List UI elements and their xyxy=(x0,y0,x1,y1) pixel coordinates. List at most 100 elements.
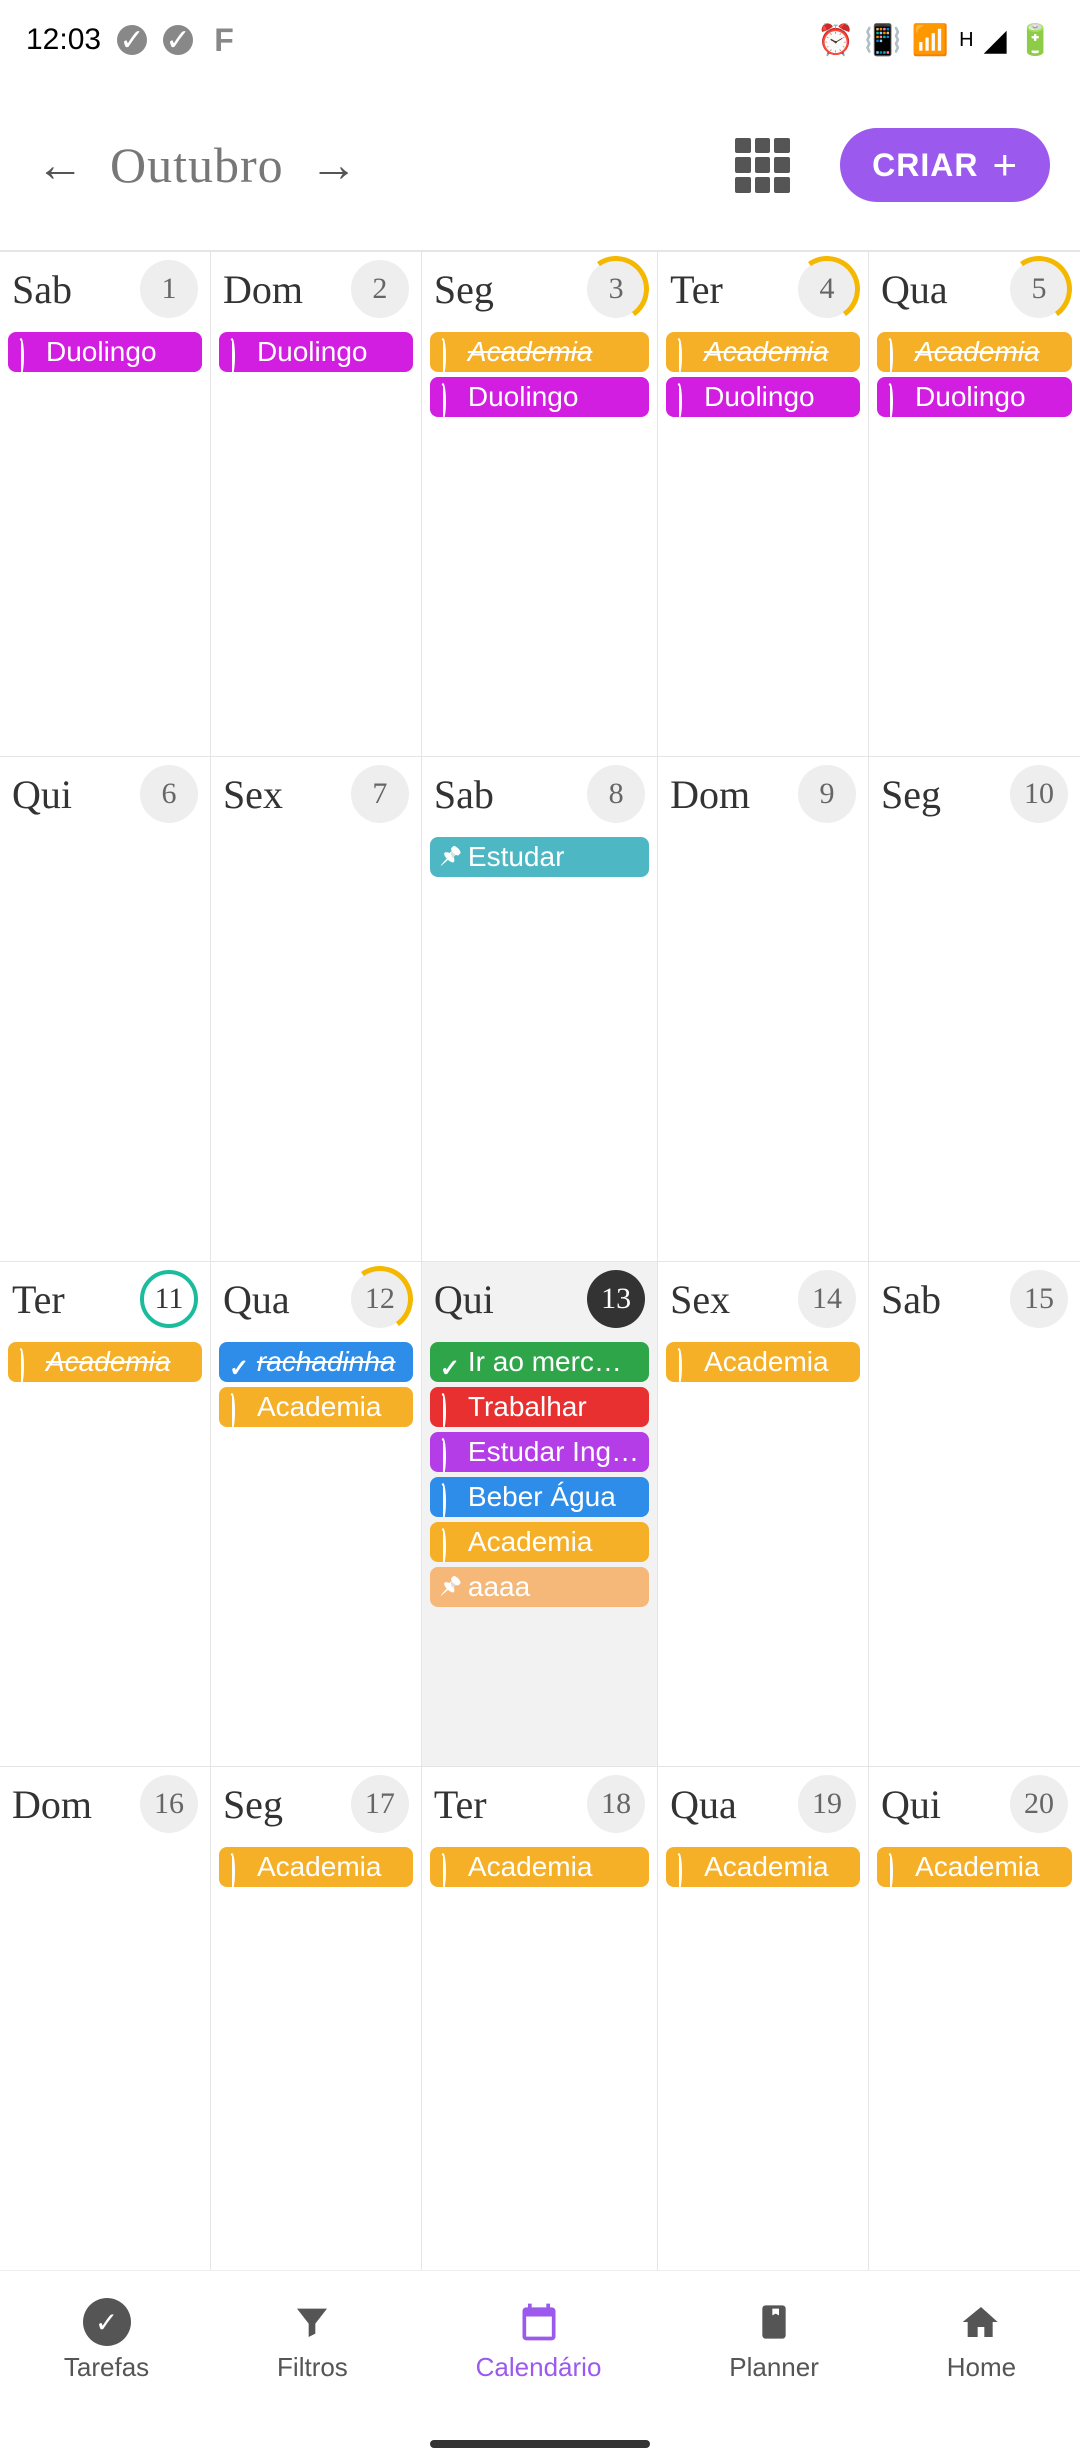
day-cell[interactable]: Qui13Ir ao merc…TrabalharEstudar Ing…Beb… xyxy=(422,1262,658,1767)
gesture-handle[interactable] xyxy=(430,2440,650,2448)
nav-calendario[interactable]: 31 Calendário xyxy=(476,2298,602,2383)
day-header: Dom2 xyxy=(219,260,413,318)
event-list: 📌Estudar xyxy=(430,837,649,877)
nav-calendario-label: Calendário xyxy=(476,2352,602,2383)
refresh-icon xyxy=(440,1486,462,1508)
day-number[interactable]: 9 xyxy=(798,765,856,823)
day-cell[interactable]: Seg3AcademiaDuolingo xyxy=(422,252,658,757)
day-number[interactable]: 7 xyxy=(351,765,409,823)
refresh-icon xyxy=(18,341,40,363)
day-cell[interactable]: Dom 16 xyxy=(0,1767,211,2272)
day-cell[interactable]: Qui6 xyxy=(0,757,211,1262)
day-cell[interactable]: Ter18 Academia xyxy=(422,1767,658,2272)
create-button[interactable]: CRIAR + xyxy=(840,128,1050,202)
event-chip[interactable]: Academia xyxy=(219,1847,413,1887)
event-chip[interactable]: 📌Estudar xyxy=(430,837,649,877)
prev-month-button[interactable]: ← xyxy=(30,138,90,193)
day-header: Dom9 xyxy=(666,765,860,823)
refresh-icon xyxy=(887,386,909,408)
day-number[interactable]: 8 xyxy=(587,765,645,823)
day-name: Dom xyxy=(12,1781,92,1828)
day-cell[interactable]: Ter11Academia xyxy=(0,1262,211,1767)
day-number[interactable]: 20 xyxy=(1010,1775,1068,1833)
event-chip[interactable]: Ir ao merc… xyxy=(430,1342,649,1382)
event-chip[interactable]: rachadinha xyxy=(219,1342,413,1382)
day-cell[interactable]: Seg17Academia xyxy=(211,1767,422,2272)
event-chip[interactable]: Academia xyxy=(430,1847,649,1887)
check-icon xyxy=(229,1351,251,1373)
day-number[interactable]: 12 xyxy=(351,1270,409,1328)
check-icon: ✓ xyxy=(163,25,193,55)
nav-filtros[interactable]: Filtros xyxy=(277,2298,348,2383)
day-cell[interactable]: Seg10 xyxy=(869,757,1080,1262)
day-cell[interactable]: Sab15 xyxy=(869,1262,1080,1767)
event-chip[interactable]: Duolingo xyxy=(8,332,202,372)
next-month-button[interactable]: → xyxy=(304,138,364,193)
alarm-icon: ⏰ xyxy=(817,23,854,58)
nav-planner[interactable]: Planner xyxy=(729,2298,819,2383)
calendar-icon: 31 xyxy=(515,2298,563,2346)
day-number[interactable]: 18 xyxy=(587,1775,645,1833)
nav-tarefas[interactable]: ✓ Tarefas xyxy=(64,2298,149,2383)
day-cell[interactable]: Qua5AcademiaDuolingo xyxy=(869,252,1080,757)
day-cell[interactable]: Sex14Academia xyxy=(658,1262,869,1767)
grid-view-button[interactable] xyxy=(735,138,790,193)
create-button-label: CRIAR xyxy=(872,147,978,184)
pin-icon: 📌 xyxy=(440,1576,462,1598)
event-chip[interactable]: Academia xyxy=(666,1342,860,1382)
day-number[interactable]: 1 xyxy=(140,260,198,318)
event-chip[interactable]: Academia xyxy=(877,1847,1072,1887)
event-list: Academia xyxy=(430,1847,649,1887)
refresh-icon xyxy=(18,1351,40,1373)
day-number[interactable]: 19 xyxy=(798,1775,856,1833)
event-chip[interactable]: Trabalhar xyxy=(430,1387,649,1427)
event-chip[interactable]: 📌aaaa xyxy=(430,1567,649,1607)
event-chip[interactable]: Academia xyxy=(430,332,649,372)
nav-home[interactable]: Home xyxy=(947,2298,1016,2383)
day-number[interactable]: 16 xyxy=(140,1775,198,1833)
vibrate-icon: 📳 xyxy=(864,23,901,58)
day-number[interactable]: 11 xyxy=(140,1270,198,1328)
day-cell[interactable]: Sex7 xyxy=(211,757,422,1262)
event-chip[interactable]: Academia xyxy=(666,332,860,372)
day-cell[interactable]: Qui20Academia xyxy=(869,1767,1080,2272)
day-number[interactable]: 10 xyxy=(1010,765,1068,823)
day-number[interactable]: 13 xyxy=(587,1270,645,1328)
event-chip[interactable]: Duolingo xyxy=(877,377,1072,417)
event-label: Academia xyxy=(915,1851,1040,1883)
event-chip[interactable]: Academia xyxy=(8,1342,202,1382)
event-chip[interactable]: Duolingo xyxy=(430,377,649,417)
event-chip[interactable]: Duolingo xyxy=(219,332,413,372)
event-chip[interactable]: Academia xyxy=(430,1522,649,1562)
day-header: Sab1 xyxy=(8,260,202,318)
day-number[interactable]: 2 xyxy=(351,260,409,318)
day-number[interactable]: 4 xyxy=(798,260,856,318)
event-chip[interactable]: Duolingo xyxy=(666,377,860,417)
event-chip[interactable]: Academia xyxy=(877,332,1072,372)
day-number[interactable]: 14 xyxy=(798,1270,856,1328)
event-label: Duolingo xyxy=(257,336,368,368)
day-header: Sab8 xyxy=(430,765,649,823)
day-cell[interactable]: Dom2 Duolingo xyxy=(211,252,422,757)
day-number[interactable]: 5 xyxy=(1010,260,1068,318)
calendar-grid: Sab1DuolingoDom2DuolingoSeg3AcademiaDuol… xyxy=(0,250,1080,2272)
day-header: Dom 16 xyxy=(8,1775,202,1833)
event-chip[interactable]: Estudar Ing… xyxy=(430,1432,649,1472)
day-cell[interactable]: Sab1 Duolingo xyxy=(0,252,211,757)
day-number[interactable]: 6 xyxy=(140,765,198,823)
day-number[interactable]: 15 xyxy=(1010,1270,1068,1328)
event-chip[interactable]: Beber Água xyxy=(430,1477,649,1517)
day-header: Ter18 xyxy=(430,1775,649,1833)
day-cell[interactable]: Sab8 📌Estudar xyxy=(422,757,658,1262)
day-number[interactable]: 3 xyxy=(587,260,645,318)
bottom-nav: ✓ Tarefas Filtros 31 Calendário Planner … xyxy=(0,2270,1080,2410)
battery-icon: 🔋 xyxy=(1017,23,1054,58)
event-chip[interactable]: Academia xyxy=(219,1387,413,1427)
day-number[interactable]: 17 xyxy=(351,1775,409,1833)
month-title[interactable]: Outubro xyxy=(110,136,284,194)
day-cell[interactable]: Qua19Academia xyxy=(658,1767,869,2272)
day-cell[interactable]: Ter4AcademiaDuolingo xyxy=(658,252,869,757)
day-cell[interactable]: Dom9 xyxy=(658,757,869,1262)
event-chip[interactable]: Academia xyxy=(666,1847,860,1887)
day-cell[interactable]: Qua12rachadinhaAcademia xyxy=(211,1262,422,1767)
